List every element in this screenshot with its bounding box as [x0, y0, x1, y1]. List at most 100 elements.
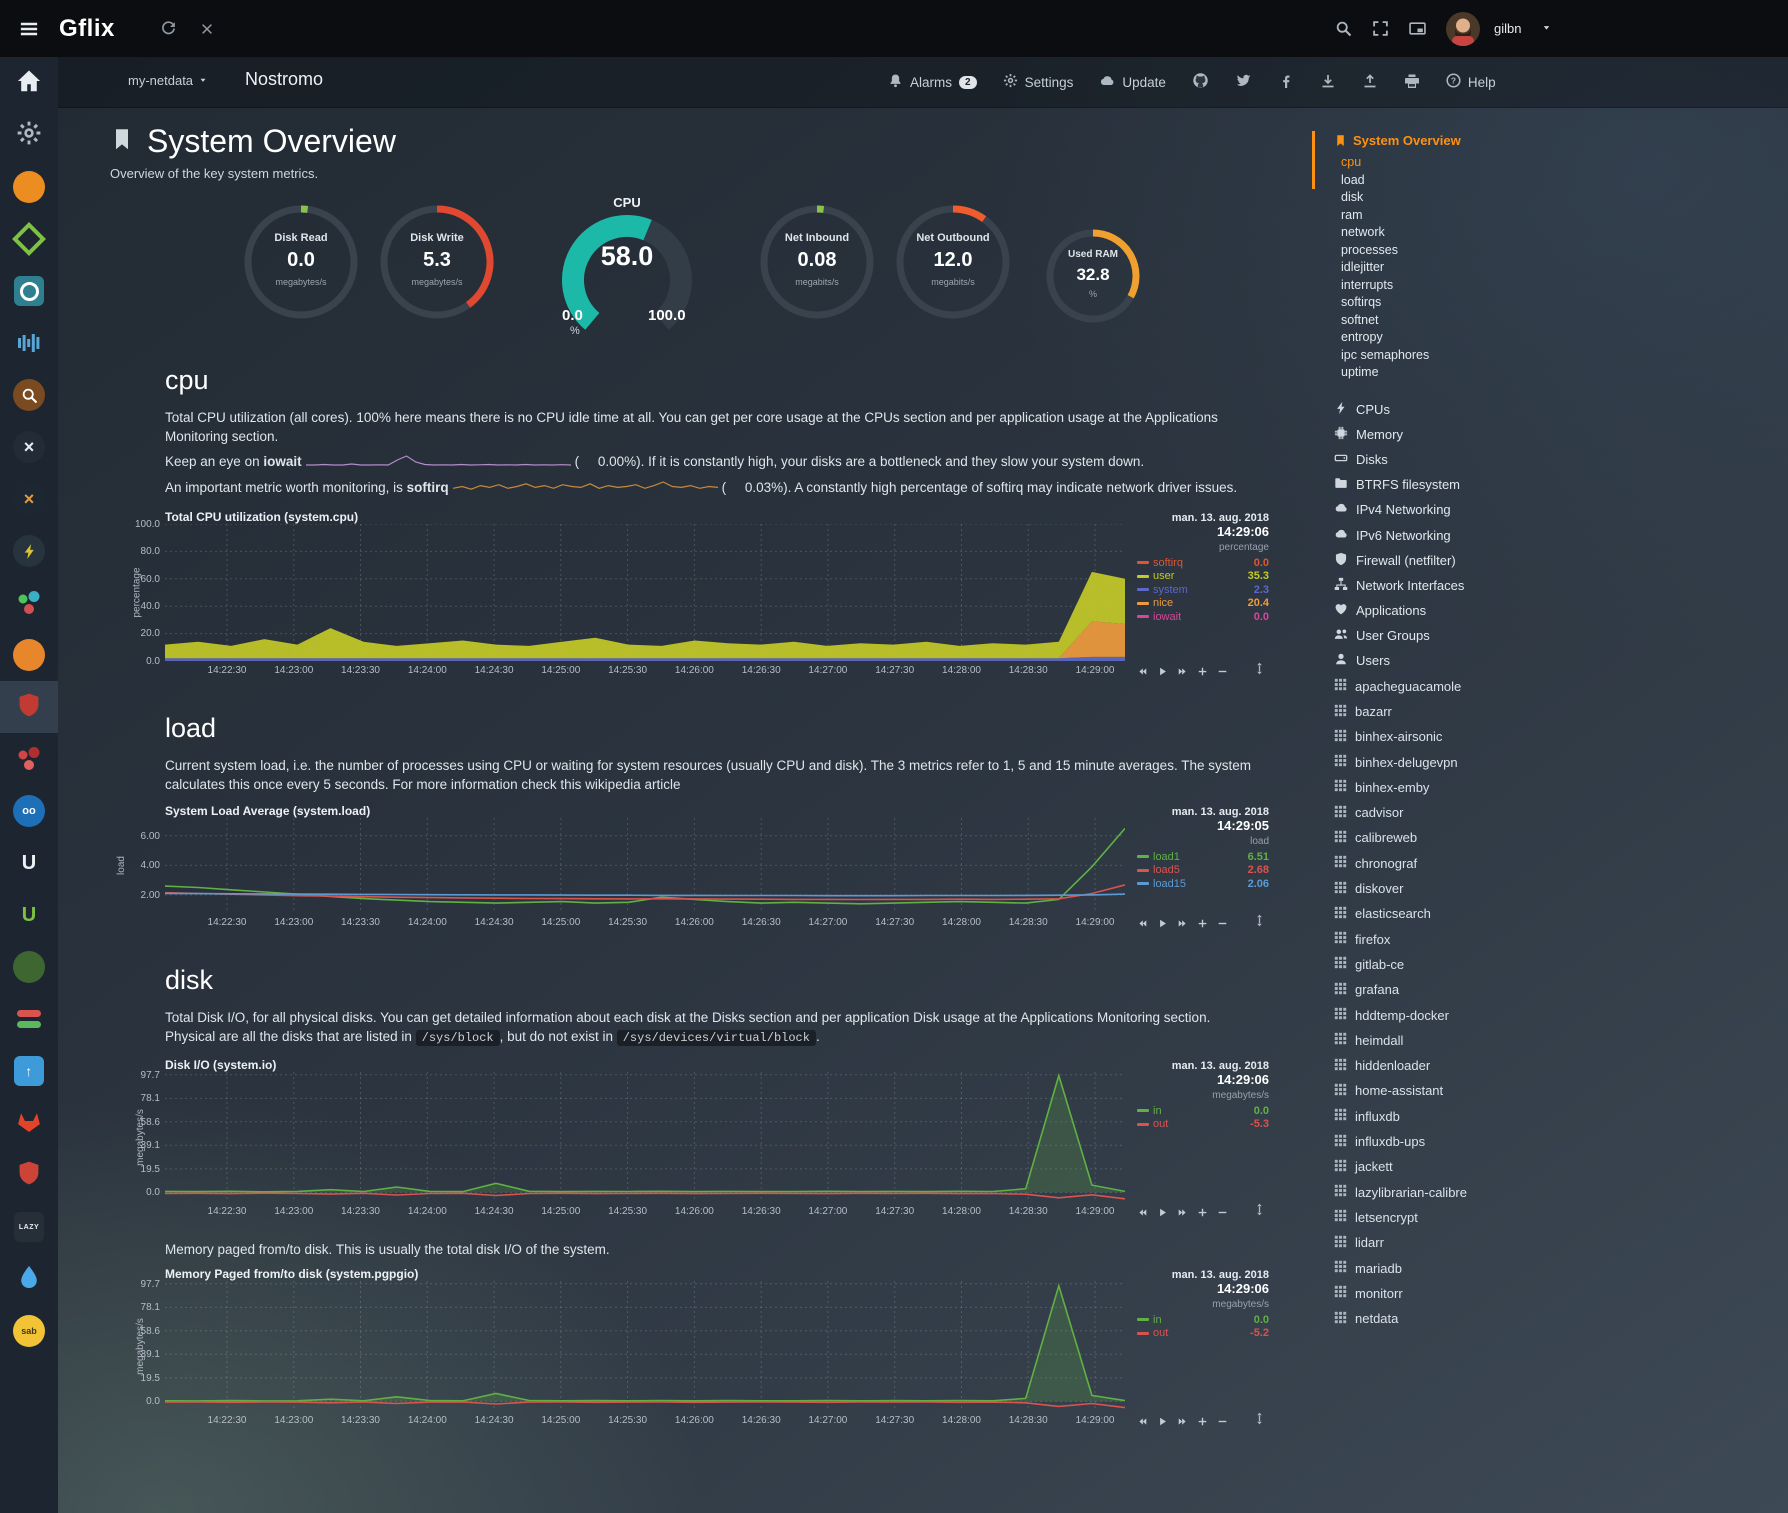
menu-app-hiddenloader[interactable]: hiddenloader: [1334, 1053, 1788, 1078]
resize-handle-icon[interactable]: [1253, 1203, 1266, 1221]
menu-item-cpu[interactable]: cpu: [1334, 154, 1788, 172]
chart-canvas[interactable]: [165, 818, 1125, 913]
menu-app-calibreweb[interactable]: calibreweb: [1334, 825, 1788, 850]
legend-entry-load5[interactable]: load52.68: [1137, 863, 1269, 877]
menu-section-btrfs-filesystem[interactable]: BTRFS filesystem: [1334, 472, 1788, 497]
sidebar-item-app-jackett[interactable]: [0, 369, 58, 421]
alarms-button[interactable]: Alarms2: [888, 73, 977, 91]
sidebar-item-app-netdata[interactable]: [0, 681, 58, 733]
menu-item-softnet[interactable]: softnet: [1334, 312, 1788, 330]
play-icon[interactable]: [1157, 664, 1168, 682]
help-button[interactable]: ?Help: [1446, 73, 1496, 91]
sidebar-item-app-u-green[interactable]: U: [0, 889, 58, 941]
menu-item-idlejitter[interactable]: idlejitter: [1334, 259, 1788, 277]
chart-system-pgpgio[interactable]: Memory Paged from/to disk (system.pgpgio…: [110, 1269, 1280, 1437]
menu-app-binhex-emby[interactable]: binhex-emby: [1334, 775, 1788, 800]
host-dropdown[interactable]: my-netdata: [128, 73, 208, 88]
menu-item-disk[interactable]: disk: [1334, 189, 1788, 207]
menu-app-lazylibrarian-calibre[interactable]: lazylibrarian-calibre: [1334, 1180, 1788, 1205]
menu-section-firewall-netfilter-[interactable]: Firewall (netfilter): [1334, 548, 1788, 573]
sidebar-item-app-deluge[interactable]: [0, 941, 58, 993]
sidebar-item-app-sabnzbd[interactable]: sab: [0, 1305, 58, 1357]
menu-item-processes[interactable]: processes: [1334, 242, 1788, 260]
sidebar-item-app-blue-box[interactable]: ↑: [0, 1045, 58, 1097]
menu-app-influxdb[interactable]: influxdb: [1334, 1104, 1788, 1129]
menu-app-mariadb[interactable]: mariadb: [1334, 1255, 1788, 1280]
zoom-out-icon[interactable]: [1217, 1414, 1228, 1432]
sidebar-item-app-teal-box[interactable]: [0, 265, 58, 317]
update-button[interactable]: Update: [1099, 73, 1166, 92]
chart-system-load[interactable]: System Load Average (system.load)load6.0…: [110, 806, 1280, 939]
menu-icon[interactable]: [19, 19, 39, 39]
legend-entry-user[interactable]: user35.3: [1137, 569, 1269, 583]
sidebar-item-home[interactable]: [0, 57, 58, 109]
menu-app-bazarr[interactable]: bazarr: [1334, 699, 1788, 724]
menu-app-binhex-airsonic[interactable]: binhex-airsonic: [1334, 724, 1788, 749]
menu-section-ipv4-networking[interactable]: IPv4 Networking: [1334, 497, 1788, 522]
sidebar-item-settings[interactable]: [0, 109, 58, 161]
gauge-disk-write[interactable]: Disk Write5.3megabytes/s: [380, 205, 494, 319]
zoom-out-icon[interactable]: [1217, 916, 1228, 934]
menu-header-system-overview[interactable]: System Overview: [1334, 133, 1788, 148]
legend-entry-softirq[interactable]: softirq0.0: [1137, 556, 1269, 570]
menu-item-entropy[interactable]: entropy: [1334, 329, 1788, 347]
pan-forward-icon[interactable]: [1177, 1205, 1188, 1223]
pan-forward-icon[interactable]: [1177, 916, 1188, 934]
menu-app-firefox[interactable]: firefox: [1334, 927, 1788, 952]
sidebar-item-app-droplet[interactable]: [0, 1253, 58, 1305]
legend-entry-iowait[interactable]: iowait0.0: [1137, 610, 1269, 624]
avatar[interactable]: [1446, 12, 1480, 46]
sidebar-item-app-lidarr[interactable]: [0, 577, 58, 629]
sidebar-item-app-tautulli[interactable]: [0, 525, 58, 577]
menu-item-network[interactable]: network: [1334, 224, 1788, 242]
menu-section-user-groups[interactable]: User Groups: [1334, 623, 1788, 648]
window-icon[interactable]: [1409, 20, 1426, 37]
menu-app-gitlab-ce[interactable]: gitlab-ce: [1334, 952, 1788, 977]
legend-entry-out[interactable]: out-5.2: [1137, 1326, 1269, 1340]
resize-handle-icon[interactable]: [1253, 662, 1266, 680]
close-icon[interactable]: [200, 22, 214, 36]
zoom-in-icon[interactable]: [1197, 916, 1208, 934]
menu-item-softirqs[interactable]: softirqs: [1334, 294, 1788, 312]
download-button[interactable]: [1320, 73, 1336, 92]
facebook-button[interactable]: [1278, 73, 1294, 92]
menu-app-diskover[interactable]: diskover: [1334, 876, 1788, 901]
resize-handle-icon[interactable]: [1253, 914, 1266, 932]
iowait-sparkline[interactable]: [306, 453, 571, 472]
twitter-button[interactable]: [1235, 72, 1252, 92]
menu-app-jackett[interactable]: jackett: [1334, 1154, 1788, 1179]
menu-section-users[interactable]: Users: [1334, 648, 1788, 673]
legend-entry-load1[interactable]: load16.51: [1137, 850, 1269, 864]
pan-backward-icon[interactable]: [1137, 1205, 1148, 1223]
sidebar-item-app-red-shield[interactable]: [0, 1149, 58, 1201]
upload-button[interactable]: [1362, 73, 1378, 92]
menu-item-ipc-semaphores[interactable]: ipc semaphores: [1334, 347, 1788, 365]
sidebar-item-app-owncloud[interactable]: oo: [0, 785, 58, 837]
zoom-out-icon[interactable]: [1217, 664, 1228, 682]
username[interactable]: gilbn: [1494, 21, 1521, 36]
sidebar-item-app-gitlab[interactable]: [0, 1097, 58, 1149]
pan-forward-icon[interactable]: [1177, 1414, 1188, 1432]
menu-app-binhex-delugevpn[interactable]: binhex-delugevpn: [1334, 749, 1788, 774]
menu-item-interrupts[interactable]: interrupts: [1334, 277, 1788, 295]
legend-entry-load15[interactable]: load152.06: [1137, 877, 1269, 891]
menu-app-grafana[interactable]: grafana: [1334, 977, 1788, 1002]
menu-app-influxdb-ups[interactable]: influxdb-ups: [1334, 1129, 1788, 1154]
gauge-cpu[interactable]: CPU58.00.0100.0%: [522, 195, 732, 339]
gauge-disk-read[interactable]: Disk Read0.0megabytes/s: [244, 205, 358, 319]
menu-section-disks[interactable]: Disks: [1334, 447, 1788, 472]
play-icon[interactable]: [1157, 1414, 1168, 1432]
play-icon[interactable]: [1157, 916, 1168, 934]
sidebar-item-app-orange-disc[interactable]: [0, 629, 58, 681]
gauge-used-ram[interactable]: Used RAM32.8%: [1046, 229, 1140, 323]
menu-app-letsencrypt[interactable]: letsencrypt: [1334, 1205, 1788, 1230]
menu-app-cadvisor[interactable]: cadvisor: [1334, 800, 1788, 825]
sidebar-item-app-green-diamond[interactable]: [0, 213, 58, 265]
sidebar-item-app-lazylibrarian[interactable]: LAZY: [0, 1201, 58, 1253]
menu-section-cpus[interactable]: CPUs: [1334, 397, 1788, 422]
pan-forward-icon[interactable]: [1177, 664, 1188, 682]
play-icon[interactable]: [1157, 1205, 1168, 1223]
zoom-out-icon[interactable]: [1217, 1205, 1228, 1223]
chart-canvas[interactable]: [165, 524, 1125, 661]
legend-entry-in[interactable]: in0.0: [1137, 1104, 1269, 1118]
